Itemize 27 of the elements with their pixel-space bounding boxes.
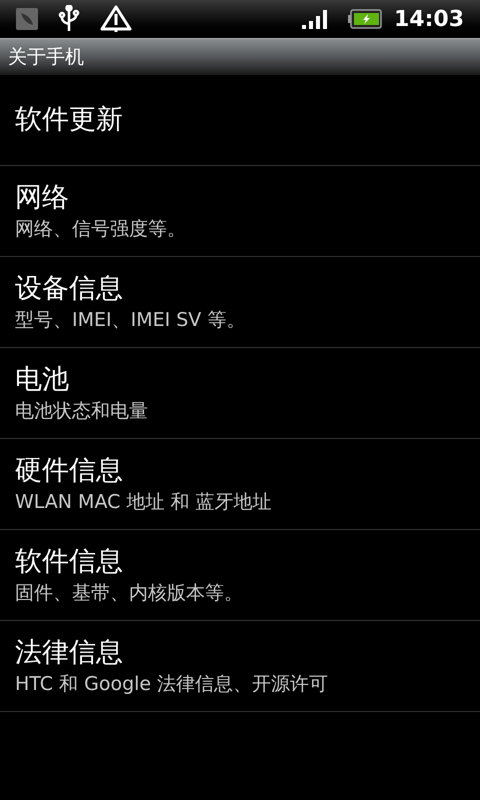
settings-item[interactable]: 设备信息 型号、IMEI、IMEI SV 等。 bbox=[0, 257, 480, 348]
usb-icon bbox=[58, 5, 80, 33]
item-title: 软件更新 bbox=[15, 103, 124, 137]
settings-item[interactable]: 电池 电池状态和电量 bbox=[0, 348, 480, 439]
item-title: 网络 bbox=[15, 181, 70, 215]
notification-icon bbox=[16, 8, 38, 30]
item-title: 软件信息 bbox=[15, 545, 124, 579]
item-title: 电池 bbox=[15, 363, 70, 397]
item-summary: HTC 和 Google 法律信息、开源许可 bbox=[15, 672, 330, 697]
item-title: 法律信息 bbox=[15, 636, 124, 670]
settings-item[interactable]: 软件信息 固件、基带、内核版本等。 bbox=[0, 530, 480, 621]
screen-title: 关于手机 bbox=[8, 44, 84, 70]
settings-item[interactable]: 硬件信息 WLAN MAC 地址 和 蓝牙地址 bbox=[0, 439, 480, 530]
battery-icon bbox=[348, 9, 382, 29]
signal-icon bbox=[302, 9, 328, 29]
item-title: 硬件信息 bbox=[15, 454, 124, 488]
settings-item[interactable]: 法律信息 HTC 和 Google 法律信息、开源许可 bbox=[0, 621, 480, 712]
item-summary: 固件、基带、内核版本等。 bbox=[15, 581, 244, 606]
clock: 14:03 bbox=[394, 6, 464, 34]
item-summary: 网络、信号强度等。 bbox=[15, 217, 187, 242]
item-summary: 型号、IMEI、IMEI SV 等。 bbox=[15, 308, 246, 333]
settings-item[interactable]: 软件更新 bbox=[0, 75, 480, 166]
warning-icon bbox=[100, 5, 132, 33]
item-summary: 电池状态和电量 bbox=[15, 399, 149, 424]
settings-item[interactable]: 网络 网络、信号强度等。 bbox=[0, 166, 480, 257]
item-title: 设备信息 bbox=[15, 272, 124, 306]
item-summary: WLAN MAC 地址 和 蓝牙地址 bbox=[15, 490, 272, 515]
